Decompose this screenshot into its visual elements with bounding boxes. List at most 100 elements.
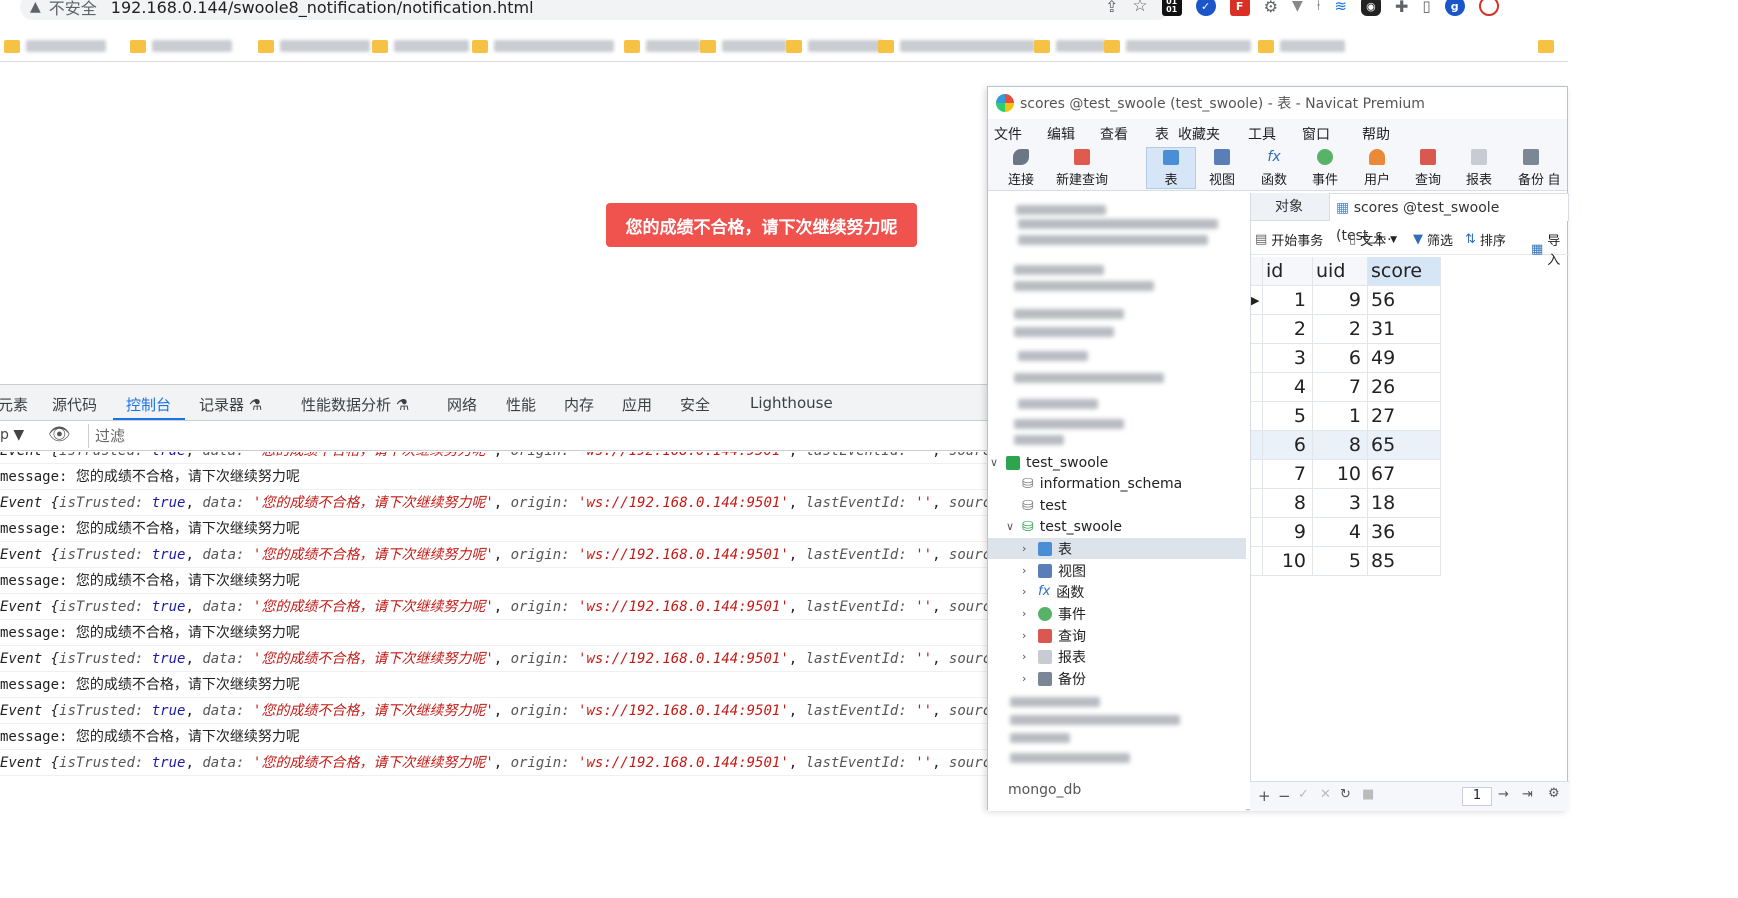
tree-db-test[interactable]: ⛁ test [1006,495,1067,516]
event-prefix[interactable]: Event { [0,755,59,771]
table-row[interactable]: 10 5 85 [1251,547,1441,576]
table-button[interactable]: 表 [1146,147,1196,189]
menu-help[interactable]: 帮助 [1362,124,1390,144]
grid-cell[interactable]: 27 [1368,402,1441,431]
grid-cell[interactable]: 67 [1368,460,1441,489]
vue-extension-icon[interactable]: ▼ [1292,0,1303,14]
tree-item-events[interactable]: › 事件 [1022,603,1086,624]
tree-item-backups[interactable]: › 备份 [1022,668,1086,689]
binary-extension-icon[interactable]: 01 01 [1161,0,1182,16]
chevron-right-icon[interactable]: › [1022,650,1032,663]
bookmark-item[interactable] [372,38,469,54]
grid-cell[interactable]: 10 [1313,460,1368,489]
tab-network[interactable]: 网络 [447,394,477,415]
bookmark-item[interactable] [1034,38,1106,54]
bookmark-item[interactable] [700,38,787,54]
column-header-uid[interactable]: uid [1313,257,1368,286]
sort-button[interactable]: ⇅ 排序 [1465,230,1506,249]
grid-cell[interactable]: 6 [1313,344,1368,373]
tree-db-information-schema[interactable]: ⛁ information_schema [1006,473,1182,494]
bookmark-item[interactable] [472,38,614,54]
event-button[interactable]: 事件 [1300,147,1350,189]
table-row[interactable]: 3 6 49 [1251,344,1441,373]
grid-cell[interactable]: 26 [1368,373,1441,402]
grid-cell[interactable]: 7 [1263,460,1313,489]
pin-extension-icon[interactable]: ⍿ [1317,0,1321,14]
event-prefix[interactable]: Event { [0,495,59,511]
row-selector[interactable] [1251,373,1263,402]
update-button[interactable] [1478,0,1499,16]
tab-performance-insights[interactable]: 性能数据分析 ⚗ [301,394,409,415]
grid-cell[interactable]: 9 [1313,286,1368,315]
discard-button[interactable]: ✕ [1320,787,1331,802]
grid-cell[interactable]: 8 [1263,489,1313,518]
connect-button[interactable]: 连接 [996,147,1046,189]
mask-extension-icon[interactable]: ◉ [1360,0,1381,16]
view-button[interactable]: 视图 [1197,147,1247,189]
user-button[interactable]: 用户 [1352,147,1402,189]
grid-cell[interactable]: 18 [1368,489,1441,518]
bookmark-item[interactable] [624,38,701,54]
grid-cell[interactable]: 56 [1368,286,1441,315]
feed-extension-icon[interactable]: F [1229,0,1250,16]
bookmark-item[interactable] [1258,38,1345,54]
grid-cell[interactable]: 9 [1263,518,1313,547]
blurred-tree-item[interactable] [1010,715,1180,725]
row-selector[interactable]: ▶ [1251,286,1263,315]
bookmark-star-icon[interactable]: ☆ [1132,0,1147,16]
menu-table[interactable]: 表 [1155,124,1169,144]
grid-cell[interactable]: 6 [1263,431,1313,460]
bookmark-item[interactable] [878,38,1035,54]
tab-memory[interactable]: 内存 [564,394,594,415]
query-button[interactable]: 查询 [1403,147,1453,189]
filter-input[interactable]: 过滤 [88,424,988,448]
chevron-right-icon[interactable]: › [1022,585,1032,598]
bookmark-item[interactable] [1104,38,1251,54]
grid-cell[interactable]: 4 [1313,518,1368,547]
blurred-tree-item[interactable] [1018,399,1098,409]
check-extension-icon[interactable]: ✓ [1195,0,1216,16]
chevron-right-icon[interactable]: › [1022,564,1032,577]
row-selector[interactable] [1251,518,1263,547]
settings-gear-icon[interactable]: ⚙ [1548,786,1560,801]
report-button[interactable]: 报表 [1454,147,1504,189]
eye-icon[interactable]: 👁 [48,424,71,445]
import-button[interactable]: ▦ 导入 [1531,230,1569,268]
blurred-tree-item[interactable] [1014,281,1154,291]
grid-cell[interactable]: 65 [1368,431,1441,460]
event-prefix[interactable]: Event { [0,452,59,459]
stop-button[interactable]: ■ [1362,787,1374,802]
new-query-button[interactable]: 新建查询 [1052,147,1112,189]
row-selector[interactable] [1251,547,1263,576]
blurred-tree-item[interactable] [1016,205,1106,215]
apply-button[interactable]: ✓ [1298,787,1309,802]
avatar[interactable]: g [1444,0,1465,16]
menu-favorites[interactable]: 收藏夹 [1178,124,1220,144]
grid-cell[interactable]: 85 [1368,547,1441,576]
table-row[interactable]: 6 8 65 [1251,431,1441,460]
chevron-right-icon[interactable]: › [1022,629,1032,642]
blurred-tree-item[interactable] [1018,219,1218,229]
bookmark-item[interactable] [786,38,883,54]
bookmark-item[interactable] [4,38,106,54]
address-bar[interactable]: ▲ 不安全 192.168.0.144/swoole8_notification… [20,0,1170,20]
chevron-right-icon[interactable]: › [1022,542,1032,555]
event-prefix[interactable]: Event { [0,703,59,719]
grid-cell[interactable]: 4 [1263,373,1313,402]
context-selector[interactable]: p ▼ [0,427,24,443]
share-icon[interactable]: ⇪ [1105,0,1118,16]
puzzle-icon[interactable]: ✚ [1395,0,1408,16]
bookmark-item[interactable] [258,38,370,54]
blurred-tree-item[interactable] [1018,351,1088,361]
grid-cell[interactable]: 10 [1263,547,1313,576]
layers-extension-icon[interactable]: ≋ [1334,0,1347,15]
grid-cell[interactable]: 2 [1263,315,1313,344]
tree-item-tables[interactable]: › 表 [988,538,1246,559]
filter-button[interactable]: ▼ 筛选 [1413,230,1453,249]
blurred-tree-item[interactable] [1014,265,1104,275]
chevron-right-icon[interactable]: › [1022,607,1032,620]
event-prefix[interactable]: Event { [0,599,59,615]
table-row[interactable]: 9 4 36 [1251,518,1441,547]
blurred-tree-item[interactable] [1014,309,1124,319]
tree-item-functions[interactable]: › fx 函数 [1022,581,1084,602]
